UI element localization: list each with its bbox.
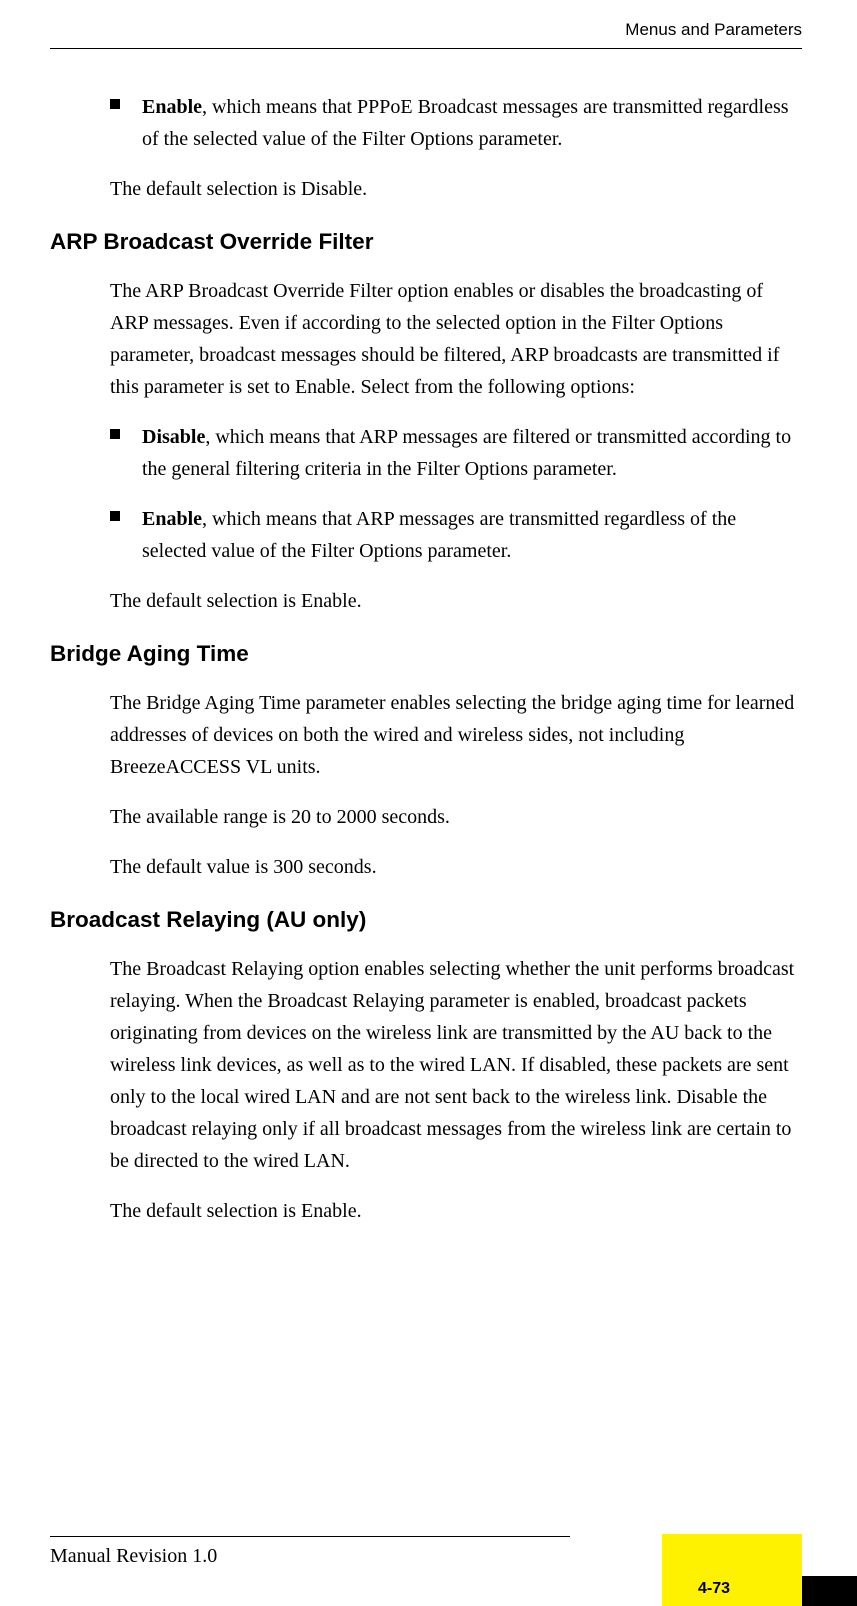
bullet-text: Enable, which means that PPPoE Broadcast… bbox=[130, 91, 802, 155]
bullet-text: Disable, which means that ARP messages a… bbox=[130, 421, 802, 485]
section-heading-arp: ARP Broadcast Override Filter bbox=[50, 229, 802, 255]
body-paragraph: The Bridge Aging Time parameter enables … bbox=[110, 687, 802, 783]
body-paragraph: The default value is 300 seconds. bbox=[110, 851, 802, 883]
bullet-item: Enable, which means that PPPoE Broadcast… bbox=[110, 91, 802, 155]
page-footer: Manual Revision 1.0 4-73 bbox=[50, 1536, 802, 1568]
bullet-bold-lead: Disable bbox=[142, 426, 205, 448]
body-paragraph: The default selection is Disable. bbox=[110, 173, 802, 205]
bullet-bold-lead: Enable bbox=[142, 96, 202, 118]
square-bullet-icon bbox=[110, 421, 130, 485]
body-paragraph: The default selection is Enable. bbox=[110, 1195, 802, 1227]
footer-rule bbox=[50, 1536, 570, 1537]
footer-black-block bbox=[802, 1576, 857, 1606]
bullet-item: Enable, which means that ARP messages ar… bbox=[110, 503, 802, 567]
body-paragraph: The available range is 20 to 2000 second… bbox=[110, 801, 802, 833]
bullet-bold-lead: Enable bbox=[142, 508, 202, 530]
section-heading-broadcast: Broadcast Relaying (AU only) bbox=[50, 907, 802, 933]
page-number: 4-73 bbox=[698, 1580, 730, 1598]
footer-right-area: 4-73 bbox=[662, 1534, 857, 1606]
document-page: Menus and Parameters Enable, which means… bbox=[0, 0, 857, 1606]
square-bullet-icon bbox=[110, 503, 130, 567]
bullet-rest: , which means that PPPoE Broadcast messa… bbox=[142, 96, 789, 150]
page-number-highlight: 4-73 bbox=[662, 1534, 802, 1606]
footer-revision: Manual Revision 1.0 bbox=[50, 1545, 217, 1568]
bullet-rest: , which means that ARP messages are filt… bbox=[142, 426, 791, 480]
section-heading-bridge: Bridge Aging Time bbox=[50, 641, 802, 667]
bullet-rest: , which means that ARP messages are tran… bbox=[142, 508, 736, 562]
square-bullet-icon bbox=[110, 91, 130, 155]
page-header: Menus and Parameters bbox=[50, 20, 802, 49]
body-paragraph: The ARP Broadcast Override Filter option… bbox=[110, 275, 802, 403]
body-paragraph: The Broadcast Relaying option enables se… bbox=[110, 953, 802, 1177]
bullet-text: Enable, which means that ARP messages ar… bbox=[130, 503, 802, 567]
header-title: Menus and Parameters bbox=[625, 20, 802, 39]
page-content: Enable, which means that PPPoE Broadcast… bbox=[50, 91, 802, 1227]
body-paragraph: The default selection is Enable. bbox=[110, 585, 802, 617]
bullet-item: Disable, which means that ARP messages a… bbox=[110, 421, 802, 485]
